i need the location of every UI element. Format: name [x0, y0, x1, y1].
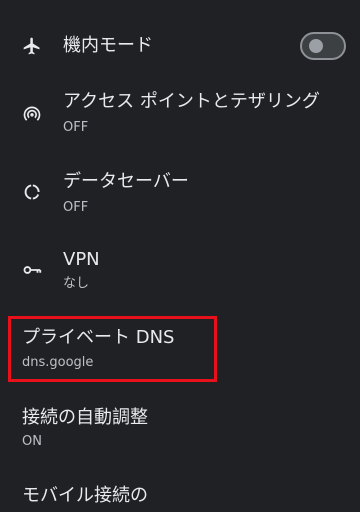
data-saver-item[interactable]: データセーバー OFF: [0, 160, 360, 230]
key-icon: [20, 258, 44, 282]
hotspot-tethering-item[interactable]: アクセス ポイントとテザリング OFF: [0, 80, 360, 150]
airplane-mode-toggle[interactable]: [300, 32, 346, 60]
hotspot-icon: [20, 102, 44, 126]
highlight-box: [8, 316, 217, 382]
data-saver-status: OFF: [63, 200, 89, 215]
hotspot-status: OFF: [63, 120, 89, 135]
airplane-mode-title: 機内モード: [63, 35, 153, 56]
adaptive-connectivity-title: 接続の自動調整: [22, 407, 148, 428]
airplane-mode-item[interactable]: 機内モード: [0, 18, 360, 74]
adaptive-connectivity-item[interactable]: 接続の自動調整 ON: [0, 396, 360, 466]
vpn-title: VPN: [63, 249, 100, 270]
data-saver-icon: [20, 180, 44, 204]
toggle-knob: [309, 39, 323, 53]
mobile-connection-title: モバイル接続の: [22, 485, 148, 506]
airplane-icon: [20, 34, 44, 58]
network-settings-list: 機内モード アクセス ポイントとテザリング OFF データセーバー OFF VP…: [0, 0, 360, 512]
vpn-status: なし: [63, 276, 90, 291]
hotspot-title: アクセス ポイントとテザリング: [63, 91, 320, 112]
mobile-connection-item[interactable]: モバイル接続の: [0, 476, 360, 512]
data-saver-title: データセーバー: [63, 171, 189, 192]
vpn-item[interactable]: VPN なし: [0, 238, 360, 308]
adaptive-connectivity-status: ON: [22, 434, 42, 449]
